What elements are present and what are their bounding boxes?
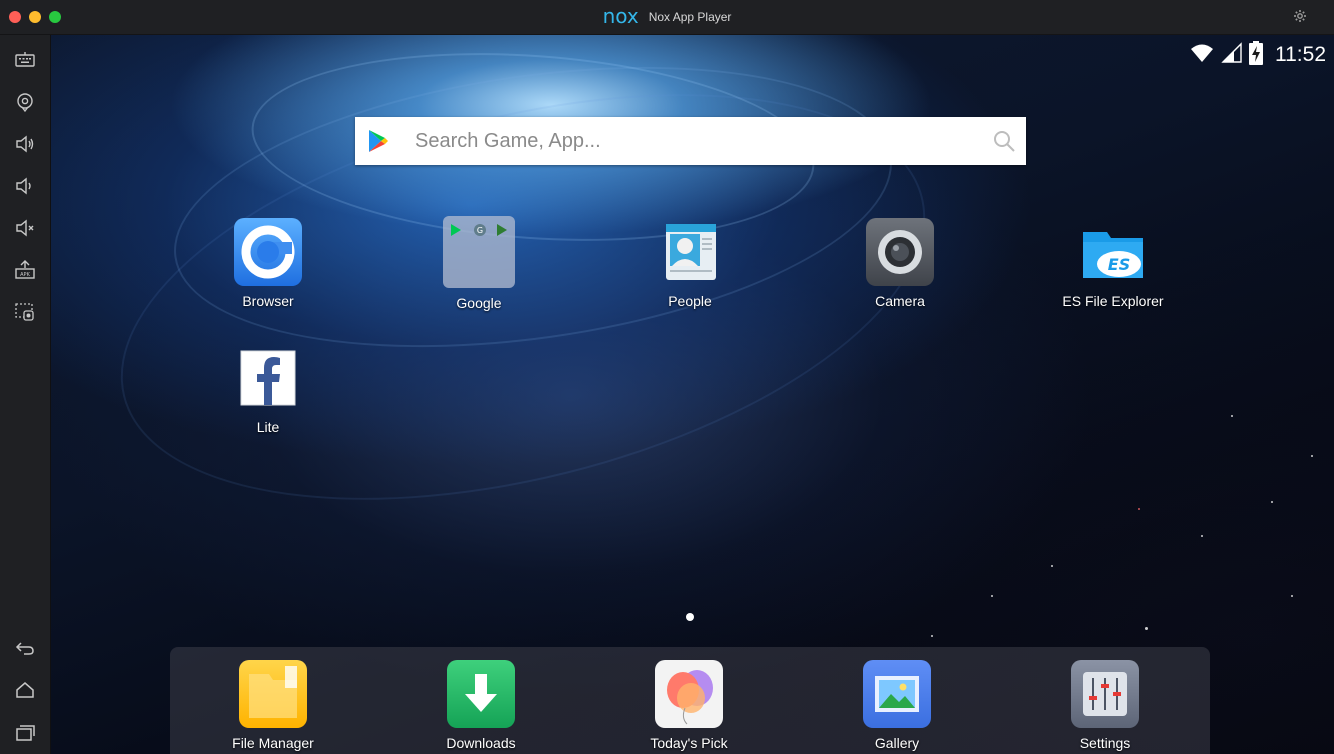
home-icon[interactable]: [13, 678, 37, 702]
wallpaper-star: [1231, 415, 1233, 417]
page-indicator-dot: [686, 613, 694, 621]
nox-logo: nox: [602, 3, 639, 28]
apk-install-icon[interactable]: APK: [13, 258, 37, 282]
todays-pick-icon: [655, 660, 723, 728]
wifi-icon: [1189, 42, 1215, 69]
signal-icon: [1221, 41, 1243, 69]
search-bar[interactable]: [355, 117, 1026, 165]
app-label: Camera: [875, 293, 925, 309]
downloads-icon: [447, 660, 515, 728]
dock-app-settings[interactable]: Settings: [1035, 660, 1175, 751]
dock-app-gallery[interactable]: Gallery: [827, 660, 967, 751]
wallpaper-star: [1145, 627, 1148, 630]
app-browser[interactable]: Browser: [198, 218, 338, 309]
wallpaper-star: [931, 635, 933, 637]
dock-app-file-manager[interactable]: File Manager: [203, 660, 343, 751]
app-label: Browser: [242, 293, 294, 309]
wallpaper-star: [1271, 501, 1273, 503]
app-camera[interactable]: Camera: [830, 218, 970, 309]
app-es-file-explorer[interactable]: ES ES File Explorer: [1043, 218, 1183, 309]
file-manager-icon: [239, 660, 307, 728]
wallpaper-star: [1291, 595, 1293, 597]
app-label: Settings: [1079, 735, 1131, 751]
mute-icon[interactable]: [13, 216, 37, 240]
app-label: Downloads: [446, 735, 516, 751]
wallpaper-star: [1138, 508, 1140, 510]
volume-up-icon[interactable]: [13, 132, 37, 156]
android-home-screen: 11:52 Browser G Google People Camera: [51, 35, 1334, 754]
settings-gear-icon[interactable]: [1293, 9, 1307, 23]
window-title: Nox App Player: [648, 10, 732, 24]
settings-icon: [1071, 660, 1139, 728]
status-bar: 11:52: [1189, 40, 1326, 70]
play-store-icon: [367, 129, 389, 153]
app-label: People: [668, 293, 712, 309]
app-label: ES File Explorer: [1062, 293, 1164, 309]
app-label: Google: [456, 295, 502, 311]
recent-apps-icon[interactable]: [13, 720, 37, 744]
app-label: Lite: [256, 419, 280, 435]
title-bar: nox Nox App Player: [0, 0, 1334, 35]
dock-app-downloads[interactable]: Downloads: [411, 660, 551, 751]
status-time: 11:52: [1275, 43, 1326, 66]
app-label: File Manager: [232, 735, 314, 751]
dock-app-todays-pick[interactable]: Today's Pick: [619, 660, 759, 751]
svg-text:ES: ES: [1108, 255, 1130, 274]
gallery-icon: [863, 660, 931, 728]
search-icon[interactable]: [992, 129, 1016, 153]
location-icon[interactable]: [13, 90, 37, 114]
facebook-lite-icon: [234, 344, 302, 412]
svg-text:G: G: [477, 226, 483, 235]
google-folder-icon: G: [443, 216, 515, 288]
camera-icon: [866, 218, 934, 286]
wallpaper-star: [991, 595, 993, 597]
volume-down-icon[interactable]: [13, 174, 37, 198]
screen-record-icon[interactable]: [13, 300, 37, 324]
app-label: Today's Pick: [650, 735, 728, 751]
app-label: Gallery: [874, 735, 920, 751]
window-title-group: nox Nox App Player: [0, 0, 1334, 34]
svg-text:APK: APK: [20, 272, 30, 278]
wallpaper-star: [1051, 565, 1053, 567]
battery-charging-icon: [1249, 40, 1263, 70]
app-google-folder[interactable]: G Google: [409, 216, 549, 311]
es-file-explorer-icon: ES: [1079, 218, 1147, 286]
back-icon[interactable]: [13, 636, 37, 660]
wallpaper-star: [1311, 455, 1313, 457]
keyboard-icon[interactable]: [13, 48, 37, 72]
app-facebook-lite[interactable]: Lite: [198, 344, 338, 435]
app-people[interactable]: People: [620, 218, 760, 309]
people-icon: [656, 218, 724, 286]
emulator-sidebar: APK: [0, 35, 51, 754]
search-input[interactable]: [415, 125, 975, 157]
dock: File Manager Downloads Today's Pick Gall…: [170, 647, 1210, 754]
browser-icon: [234, 218, 302, 286]
wallpaper-star: [1201, 535, 1203, 537]
